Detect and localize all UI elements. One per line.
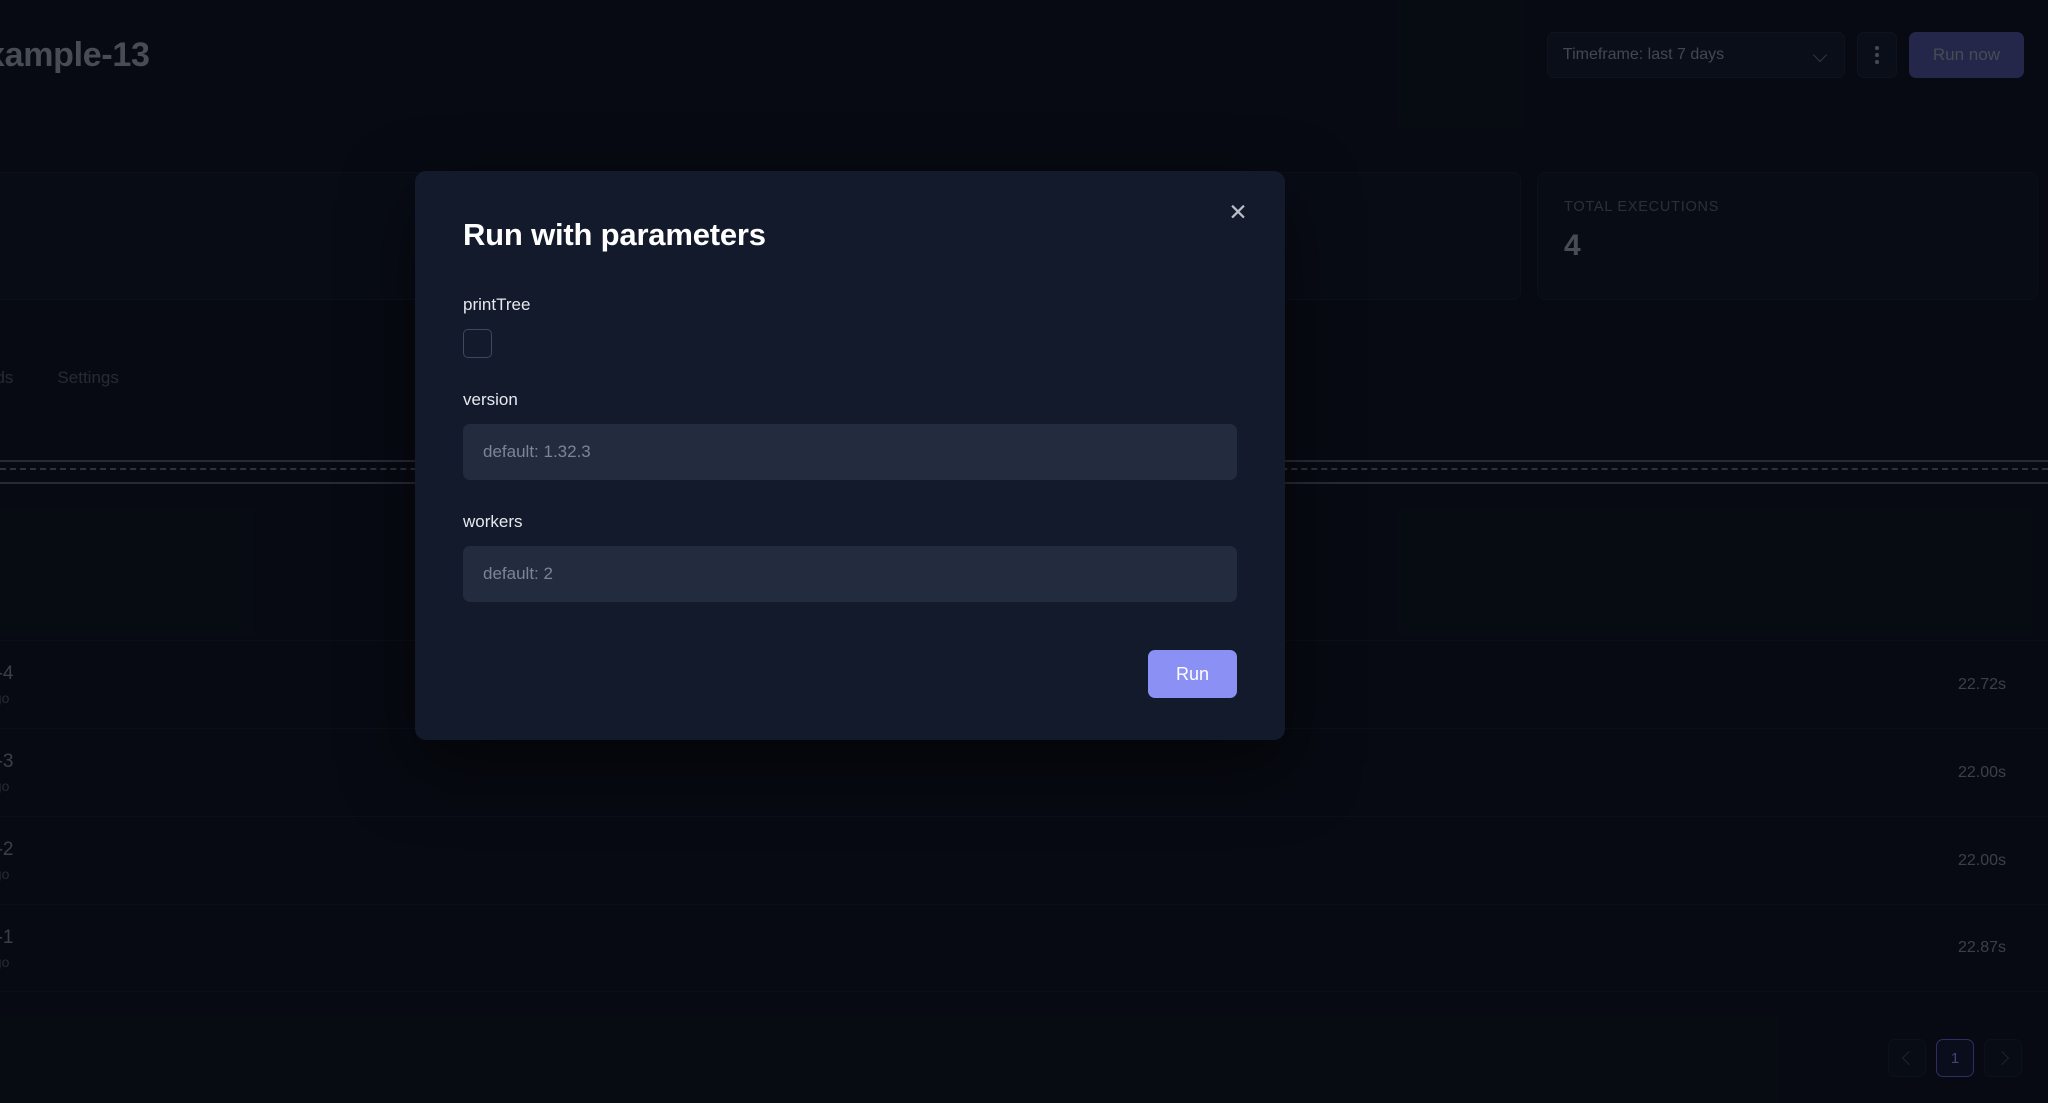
field-label: printTree — [463, 295, 531, 314]
run-submit-button[interactable]: Run — [1147, 650, 1237, 698]
printtree-checkbox[interactable] — [463, 329, 492, 358]
field-label: workers — [463, 512, 523, 531]
modal-title: Run with parameters — [463, 217, 766, 252]
close-icon[interactable]: ✕ — [1221, 195, 1255, 229]
version-input[interactable] — [463, 424, 1237, 480]
workers-input[interactable] — [463, 546, 1237, 602]
parameters-form: printTree version workers — [463, 295, 1237, 602]
field-version: version — [463, 390, 1237, 480]
field-label: version — [463, 390, 518, 409]
field-printtree: printTree — [463, 295, 1237, 358]
field-workers: workers — [463, 512, 1237, 602]
modal-footer: Run — [463, 650, 1237, 698]
run-with-parameters-modal: ✕ Run with parameters printTree version … — [415, 171, 1285, 740]
